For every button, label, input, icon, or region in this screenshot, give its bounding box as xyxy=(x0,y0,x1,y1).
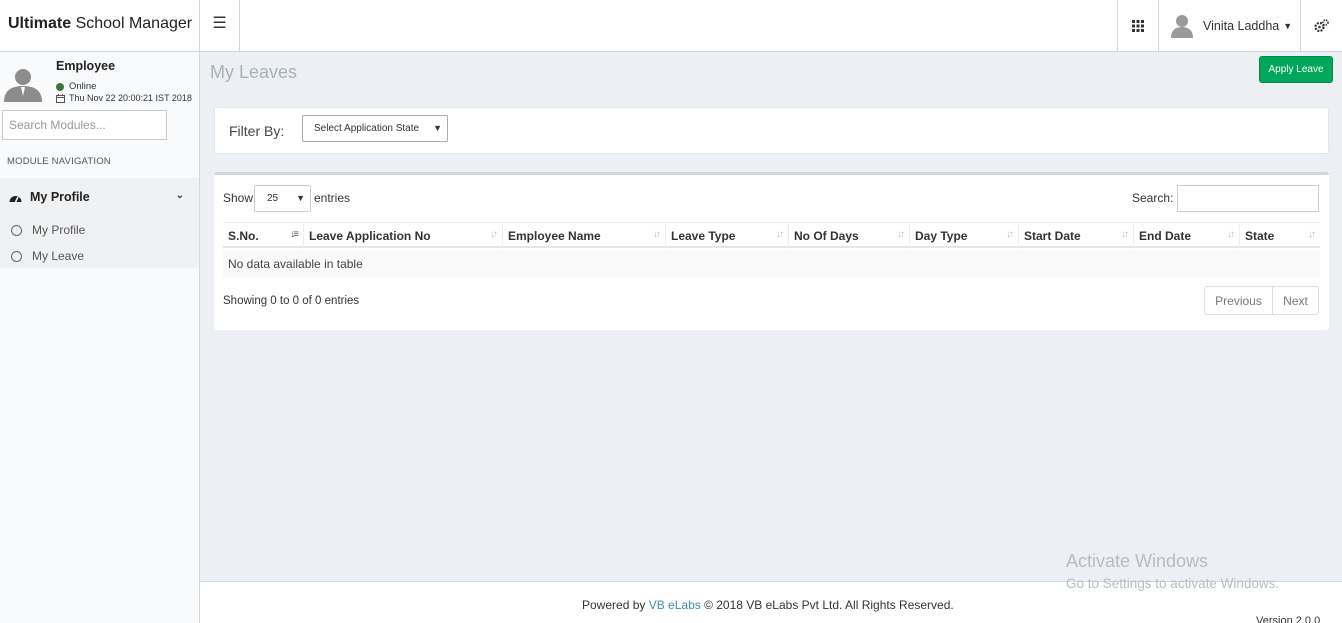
column-header-employee-name[interactable]: Employee Name ↓↑ xyxy=(502,223,665,249)
sidebar: Employee Online Thu Nov 22 20:00:21 IST … xyxy=(0,52,200,623)
apps-menu-button[interactable] xyxy=(1117,0,1159,52)
settings-button[interactable] xyxy=(1301,0,1342,52)
top-header: Ultimate School Manager ☰ Vinita Laddha … xyxy=(0,0,1342,52)
search-label: Search: xyxy=(1132,191,1174,205)
column-header-day-type[interactable]: Day Type ↓↑ xyxy=(909,223,1018,249)
datetime-text: Thu Nov 22 20:00:21 IST 2018 xyxy=(69,93,192,103)
module-navigation-header: MODULE NAVIGATION xyxy=(7,156,111,167)
sort-icon: ↓↑ xyxy=(1227,229,1235,240)
sort-icon: ↓↑ xyxy=(490,229,498,240)
dashboard-icon xyxy=(9,195,22,202)
filter-panel: Filter By: Select Application State ▼ xyxy=(214,107,1329,154)
current-datetime: Thu Nov 22 20:00:21 IST 2018 xyxy=(56,93,192,103)
calendar-icon xyxy=(56,93,65,103)
app-logo[interactable]: Ultimate School Manager xyxy=(0,0,200,52)
circle-icon xyxy=(11,250,22,262)
table-info: Showing 0 to 0 of 0 entries xyxy=(223,295,360,307)
table-header-row: S.No. ↓≡ Leave Application No ↓↑ Employe… xyxy=(223,222,1320,249)
sort-icon: ↓↑ xyxy=(1006,229,1014,240)
table-search-input[interactable] xyxy=(1177,185,1319,212)
column-header-sno[interactable]: S.No. ↓≡ xyxy=(223,223,303,249)
online-status: Online xyxy=(56,81,96,92)
logo-text: School Manager xyxy=(71,15,193,32)
application-state-select[interactable]: Select Application State ▼ xyxy=(302,115,448,142)
empty-table-row: No data available in table xyxy=(223,250,1320,278)
sidebar-item-label: My Profile xyxy=(32,223,86,237)
sort-icon: ↓↑ xyxy=(776,229,784,240)
sort-icon: ↓↑ xyxy=(897,229,905,240)
column-header-state[interactable]: State ↓↑ xyxy=(1239,223,1320,249)
nav-group-label: My Profile xyxy=(30,190,90,204)
grid-icon xyxy=(1132,20,1144,32)
sidebar-item-my-leave[interactable]: My Leave xyxy=(0,244,199,268)
page-length-value: 25 xyxy=(267,193,279,204)
search-modules-input[interactable] xyxy=(2,110,167,140)
filter-label: Filter By: xyxy=(229,123,285,139)
user-menu-dropdown[interactable]: Vinita Laddha ▼ xyxy=(1159,0,1301,52)
pagination: Previous Next xyxy=(1204,286,1319,315)
powered-by-text: Powered by xyxy=(582,598,649,612)
status-text: Online xyxy=(69,81,97,92)
column-label: Leave Application No xyxy=(309,229,431,243)
activate-windows-title: Activate Windows xyxy=(1066,551,1209,571)
circle-icon xyxy=(11,224,22,236)
entries-label: entries xyxy=(314,191,351,205)
column-label: End Date xyxy=(1139,229,1192,243)
sort-asc-icon: ↓≡ xyxy=(290,229,299,240)
online-dot-icon xyxy=(56,82,64,91)
column-header-no-of-days[interactable]: No Of Days ↓↑ xyxy=(788,223,909,249)
company-link[interactable]: VB eLabs xyxy=(649,598,701,612)
sort-icon: ↓↑ xyxy=(1308,229,1316,240)
activate-windows-subtitle: Go to Settings to activate Windows. xyxy=(1066,576,1280,591)
user-panel: Employee Online Thu Nov 22 20:00:21 IST … xyxy=(0,52,200,108)
column-header-end-date[interactable]: End Date ↓↑ xyxy=(1133,223,1239,249)
chevron-down-icon: ⌄ xyxy=(175,190,184,201)
nav-group-toggle[interactable]: My Profile ⌄ xyxy=(0,178,199,216)
sidebar-item-my-profile[interactable]: My Profile xyxy=(0,218,199,242)
sidebar-item-label: My Leave xyxy=(32,249,85,263)
column-label: Day Type xyxy=(915,229,968,243)
user-name: Vinita Laddha xyxy=(1203,19,1280,33)
hamburger-icon: ☰ xyxy=(212,15,227,32)
column-label: Employee Name xyxy=(508,229,601,243)
caret-down-icon: ▼ xyxy=(1283,21,1293,31)
page-length-select[interactable]: 25 ▼ xyxy=(254,185,311,212)
column-label: S.No. xyxy=(228,229,259,243)
version-text: Version 2.0.0 xyxy=(1256,615,1321,623)
sidebar-toggle-button[interactable]: ☰ xyxy=(200,0,240,52)
dropdown-arrow-icon: ▼ xyxy=(433,123,442,133)
sort-icon: ↓↑ xyxy=(1121,229,1129,240)
column-header-start-date[interactable]: Start Date ↓↑ xyxy=(1018,223,1133,249)
gears-icon xyxy=(1314,19,1329,33)
footer-text: Powered by VB eLabs © 2018 VB eLabs Pvt … xyxy=(582,598,954,612)
column-header-leave-type[interactable]: Leave Type ↓↑ xyxy=(665,223,788,249)
show-label: Show xyxy=(223,191,254,205)
logo-bold-text: Ultimate xyxy=(8,15,72,32)
column-label: Start Date xyxy=(1024,229,1081,243)
nav-group-my-profile: My Profile ⌄ My Profile My Leave xyxy=(0,178,199,268)
page-title: My Leaves xyxy=(210,62,298,82)
user-avatar-icon xyxy=(4,69,42,102)
select-value: Select Application State xyxy=(314,123,420,134)
sort-icon: ↓↑ xyxy=(653,229,661,240)
column-label: No Of Days xyxy=(794,229,859,243)
user-avatar-icon xyxy=(1171,15,1193,38)
next-page-button[interactable]: Next xyxy=(1273,287,1318,314)
column-header-leave-application-no[interactable]: Leave Application No ↓↑ xyxy=(303,223,502,249)
user-role: Employee xyxy=(56,59,116,73)
copyright-text: © 2018 VB eLabs Pvt Ltd. All Rights Rese… xyxy=(700,598,954,612)
leaves-table-panel: Show 25 ▼ entries Search: S.No. ↓≡ Leave… xyxy=(214,172,1329,330)
dropdown-arrow-icon: ▼ xyxy=(296,193,305,203)
apply-leave-button[interactable]: Apply Leave xyxy=(1259,56,1333,83)
column-label: State xyxy=(1245,229,1275,243)
column-label: Leave Type xyxy=(671,229,736,243)
previous-page-button[interactable]: Previous xyxy=(1205,287,1273,314)
